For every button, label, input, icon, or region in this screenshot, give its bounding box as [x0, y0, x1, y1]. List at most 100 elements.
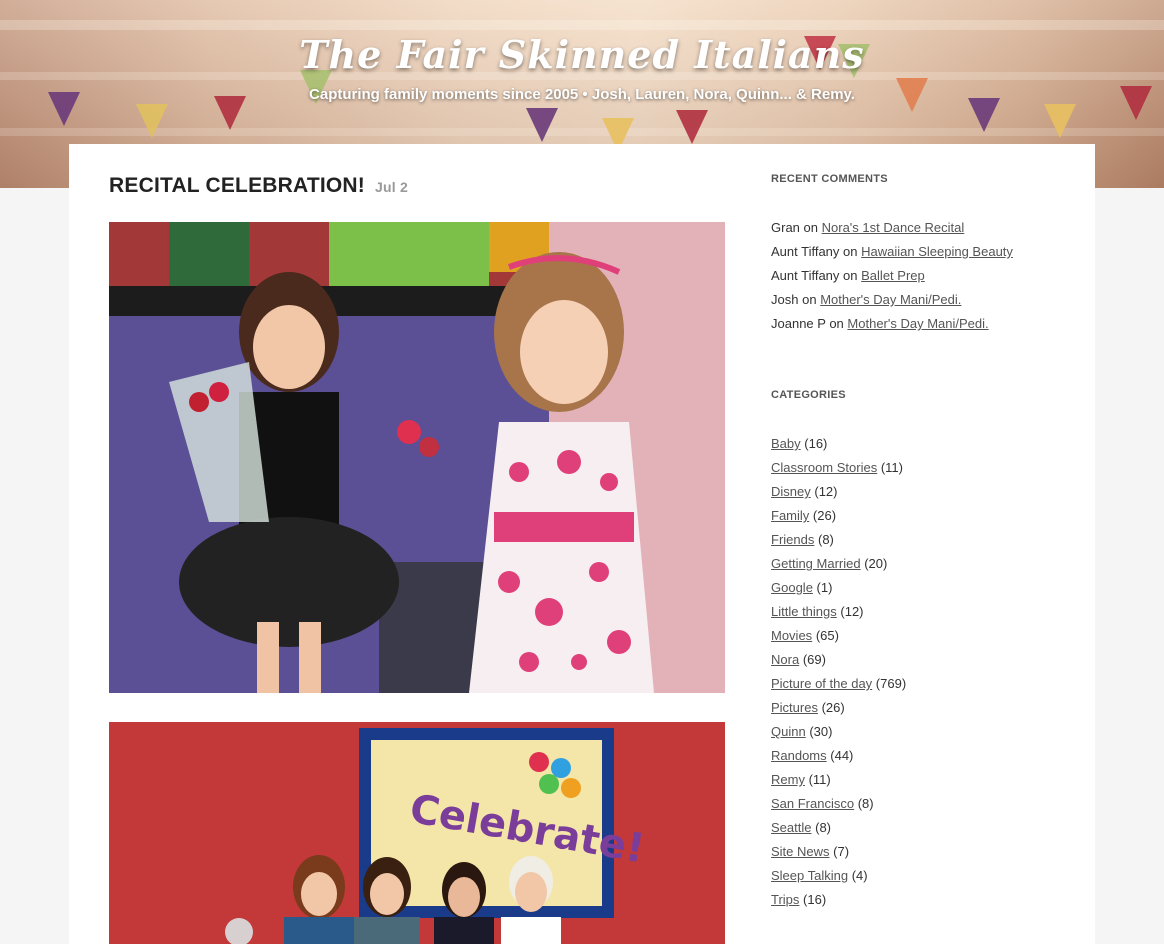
category-link[interactable]: Randoms [771, 748, 827, 763]
comment-post-link[interactable]: Hawaiian Sleeping Beauty [861, 244, 1013, 259]
category-item: Sleep Talking (4) [771, 864, 906, 888]
bunting-flag [968, 98, 1000, 132]
category-link[interactable]: Google [771, 580, 813, 595]
category-item: Remy (11) [771, 768, 906, 792]
comment-on: on [803, 220, 818, 235]
category-link[interactable]: San Francisco [771, 796, 854, 811]
categories-heading: CATEGORIES [771, 389, 846, 401]
comment-item: Aunt Tiffany on Ballet Prep [771, 264, 1013, 288]
category-link[interactable]: Remy [771, 772, 805, 787]
ceiling-beam [0, 20, 1164, 30]
category-count: (1) [816, 580, 833, 595]
comment-item: Josh on Mother's Day Mani/Pedi. [771, 288, 1013, 312]
category-item: Site News (7) [771, 840, 906, 864]
comment-author: Aunt Tiffany [771, 268, 840, 283]
comment-on: on [843, 268, 858, 283]
category-count: (11) [808, 772, 831, 787]
comment-on: on [829, 316, 844, 331]
category-link[interactable]: Family [771, 508, 809, 523]
bunting-flag [676, 110, 708, 144]
category-link[interactable]: Pictures [771, 700, 818, 715]
category-count: (16) [804, 436, 828, 451]
category-item: Randoms (44) [771, 744, 906, 768]
category-item: Picture of the day (769) [771, 672, 906, 696]
category-count: (4) [851, 868, 868, 883]
category-count: (26) [812, 508, 837, 523]
site-title[interactable]: The Fair Skinned Italians [0, 32, 1164, 77]
content-card: RECITAL CELEBRATION! Jul 2 Celebrate! RE… [69, 144, 1095, 944]
post-photo-girls[interactable] [109, 222, 725, 693]
category-count: (44) [830, 748, 854, 763]
comment-on: on [802, 292, 817, 307]
category-link[interactable]: Disney [771, 484, 811, 499]
category-item: Family (26) [771, 504, 906, 528]
comment-post-link[interactable]: Ballet Prep [861, 268, 925, 283]
category-link[interactable]: Nora [771, 652, 799, 667]
category-link[interactable]: Getting Married [771, 556, 861, 571]
bunting-flag [136, 104, 168, 138]
category-item: Nora (69) [771, 648, 906, 672]
category-link[interactable]: Sleep Talking [771, 868, 848, 883]
comment-post-link[interactable]: Mother's Day Mani/Pedi. [820, 292, 961, 307]
photo-illustration: Celebrate! [109, 722, 725, 944]
comment-author: Josh [771, 292, 799, 307]
comment-post-link[interactable]: Mother's Day Mani/Pedi. [847, 316, 988, 331]
category-link[interactable]: Friends [771, 532, 814, 547]
category-link[interactable]: Little things [771, 604, 837, 619]
category-link[interactable]: Picture of the day [771, 676, 872, 691]
category-count: (30) [809, 724, 833, 739]
category-item: Classroom Stories (11) [771, 456, 906, 480]
post-date: Jul 2 [375, 179, 408, 195]
category-link[interactable]: Baby [771, 436, 801, 451]
category-count: (20) [864, 556, 888, 571]
category-link[interactable]: Movies [771, 628, 812, 643]
post-title[interactable]: RECITAL CELEBRATION! [109, 174, 365, 197]
category-item: Disney (12) [771, 480, 906, 504]
category-count: (8) [857, 796, 874, 811]
recent-comments-list: Gran on Nora's 1st Dance Recital Aunt Ti… [771, 216, 1013, 336]
category-item: San Francisco (8) [771, 792, 906, 816]
category-link[interactable]: Classroom Stories [771, 460, 877, 475]
comment-on: on [843, 244, 858, 259]
category-count: (65) [815, 628, 839, 643]
category-link[interactable]: Trips [771, 892, 799, 907]
category-count: (69) [802, 652, 826, 667]
category-item: Quinn (30) [771, 720, 906, 744]
comment-author: Aunt Tiffany [771, 244, 840, 259]
comment-item: Joanne P on Mother's Day Mani/Pedi. [771, 312, 1013, 336]
post-photo-celebrate[interactable]: Celebrate! [109, 722, 725, 944]
comment-item: Aunt Tiffany on Hawaiian Sleeping Beauty [771, 240, 1013, 264]
category-item: Baby (16) [771, 432, 906, 456]
category-link[interactable]: Site News [771, 844, 830, 859]
category-count: (12) [840, 604, 864, 619]
category-item: Google (1) [771, 576, 906, 600]
comment-item: Gran on Nora's 1st Dance Recital [771, 216, 1013, 240]
post-header: RECITAL CELEBRATION! Jul 2 [109, 174, 408, 198]
category-count: (769) [875, 676, 907, 691]
bunting-flag [1044, 104, 1076, 138]
category-count: (26) [821, 700, 845, 715]
category-count: (8) [817, 532, 834, 547]
comment-author: Gran [771, 220, 800, 235]
category-item: Trips (16) [771, 888, 906, 912]
comment-post-link[interactable]: Nora's 1st Dance Recital [822, 220, 965, 235]
category-link[interactable]: Seattle [771, 820, 811, 835]
category-count: (11) [880, 460, 903, 475]
category-count: (12) [814, 484, 838, 499]
bunting-flag [526, 108, 558, 142]
category-item: Pictures (26) [771, 696, 906, 720]
photo-illustration [109, 222, 725, 693]
category-count: (16) [803, 892, 827, 907]
categories-list: Baby (16) Classroom Stories (11) Disney … [771, 432, 906, 912]
category-item: Seattle (8) [771, 816, 906, 840]
category-item: Friends (8) [771, 528, 906, 552]
category-count: (7) [833, 844, 850, 859]
category-item: Getting Married (20) [771, 552, 906, 576]
category-count: (8) [815, 820, 831, 835]
comment-author: Joanne P [771, 316, 826, 331]
category-item: Little things (12) [771, 600, 906, 624]
category-link[interactable]: Quinn [771, 724, 806, 739]
category-item: Movies (65) [771, 624, 906, 648]
recent-comments-heading: RECENT COMMENTS [771, 173, 888, 185]
site-tagline: Capturing family moments since 2005 • Jo… [309, 86, 855, 103]
